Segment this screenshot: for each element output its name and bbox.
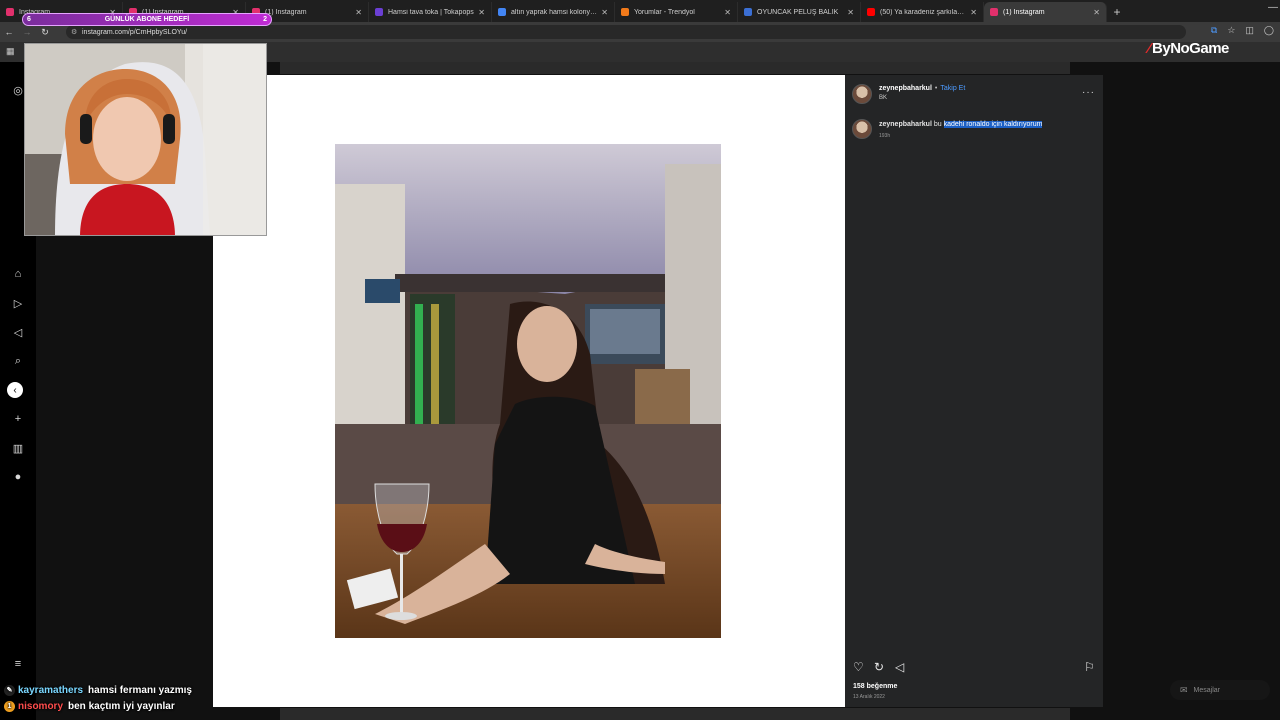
tab-close-icon[interactable]: ✕ — [355, 8, 362, 17]
sub-goal-label: GÜNLÜK ABONE HEDEFİ — [104, 16, 190, 23]
chat-badge-icon: ✎ — [4, 684, 15, 696]
caption-text-selected: kadehi ronaldo için kaldırıyorum — [943, 121, 1043, 128]
post-actions: ♡ ↻ ◁ ⚐ — [853, 660, 1097, 676]
brand-logo: ⁄ ByNoGame — [1148, 40, 1229, 57]
follow-button[interactable]: Takip Et — [940, 85, 965, 92]
search-icon[interactable]: ⌕ — [10, 353, 26, 369]
direct-messages-icon[interactable]: ◁ — [10, 324, 26, 340]
caption-time: 193h — [879, 133, 891, 139]
reels-icon[interactable]: ▷ — [10, 295, 26, 311]
home-icon[interactable]: ⌂ — [10, 266, 26, 282]
post-date: 13 Aralık 2022 — [853, 694, 885, 700]
browser-tab[interactable]: OYUNCAK PELUŞ BALIK ✕ — [738, 2, 861, 22]
author-avatar[interactable] — [852, 84, 872, 104]
chat-text: hamsi fermanı yazmış — [88, 684, 192, 696]
sub-goal-target: 2 — [263, 16, 267, 23]
sub-goal-bar: 6 GÜNLÜK ABONE HEDEFİ 2 — [22, 13, 272, 26]
create-icon[interactable]: + — [10, 411, 26, 427]
tab-label: OYUNCAK PELUŞ BALIK — [757, 8, 839, 16]
tab-close-icon[interactable]: ✕ — [724, 8, 731, 17]
post-media-frame — [213, 75, 845, 707]
chat-username: nisomory — [18, 700, 64, 712]
webcam-image — [25, 44, 266, 235]
sub-goal-current: 6 — [27, 16, 31, 23]
brand-name: ByNoGame — [1152, 40, 1229, 57]
site-info-icon[interactable]: ⚙ — [71, 28, 77, 36]
share-icon[interactable]: ◁ — [895, 660, 904, 674]
comment-icon[interactable]: ↻ — [874, 660, 884, 674]
post-caption: zeynepbaharkul bu kadehi ronaldo için ka… — [879, 121, 1043, 128]
webcam-overlay — [24, 43, 267, 236]
browser-tab[interactable]: altın yaprak hamsi kolonyası - G✕ — [492, 2, 615, 22]
more-options-icon[interactable]: ··· — [1082, 87, 1095, 98]
chat-message: ✎ kayramathers hamsi fermanı yazmış — [4, 682, 224, 698]
messages-icon: ✉ — [1180, 684, 1188, 695]
tab-label: (1) Instagram — [265, 8, 307, 16]
post-header: zeynepbaharkul • Takip Et — [879, 85, 966, 92]
tab-favicon-icon — [375, 8, 383, 16]
stream-chat: ✎ kayramathers hamsi fermanı yazmış 1 nisomo… — [4, 682, 224, 714]
browser-tab[interactable]: (50) Ya karadeniz şarkıları çok s ✕ — [861, 2, 984, 22]
tab-close-icon[interactable]: ✕ — [478, 8, 485, 17]
tab-label: (1) Instagram — [1003, 8, 1045, 16]
like-count[interactable]: 158 beğenme — [853, 683, 897, 690]
profile-icon[interactable]: ◯ — [1264, 25, 1274, 36]
tab-favicon-icon — [6, 8, 14, 16]
profile-avatar-icon[interactable]: ● — [10, 469, 26, 485]
address-bar[interactable]: ⚙ instagram.com/p/CmHpbySLOYu/ — [66, 25, 1186, 39]
tab-favicon-icon — [867, 8, 875, 16]
brand-slash-icon: ⁄ — [1148, 40, 1151, 57]
post-photo-image — [335, 144, 721, 638]
extensions-icon[interactable]: ◫ — [1245, 25, 1254, 36]
messages-label: Mesajlar — [1193, 686, 1220, 694]
tab-favicon-icon — [744, 8, 752, 16]
messages-button[interactable]: ✉ Mesajlar — [1170, 680, 1270, 700]
browser-tab[interactable]: Yorumlar - Trendyol ✕ — [615, 2, 738, 22]
back-button[interactable]: ← — [0, 23, 18, 41]
new-tab-button[interactable]: + — [1107, 2, 1127, 22]
tab-favicon-icon — [990, 8, 998, 16]
tab-close-icon[interactable]: ✕ — [970, 8, 977, 17]
tab-favicon-icon — [621, 8, 629, 16]
post-details-panel: zeynepbaharkul • Takip Et BK ··· zeynepbah… — [845, 75, 1103, 707]
chat-username: kayramathers — [18, 684, 84, 696]
tab-close-icon[interactable]: ✕ — [1093, 8, 1100, 17]
caption-text-plain: bu — [933, 121, 942, 128]
url-text: instagram.com/p/CmHpbySLOYu/ — [82, 28, 188, 36]
dashboard-icon[interactable]: ▥ — [10, 440, 26, 456]
author-username[interactable]: zeynepbaharkul — [879, 85, 932, 92]
tab-label: altın yaprak hamsi kolonyası - G — [511, 8, 598, 16]
caption-username[interactable]: zeynepbaharkul — [879, 121, 932, 128]
window-minimize-icon[interactable]: — — [1268, 2, 1278, 13]
screen: Instagram ✕ (1) Instagram ✕ (1) Instagram ✕ Ha… — [0, 0, 1280, 720]
chat-badge-icon: 1 — [4, 700, 15, 712]
browser-tab[interactable]: Hamsi tava toka | Tokapops ✕ — [369, 2, 492, 22]
tab-label: (50) Ya karadeniz şarkıları çok s — [880, 8, 966, 16]
author-subtitle: BK — [879, 95, 888, 101]
tab-label: Yorumlar - Trendyol — [634, 8, 695, 16]
bookmark-star-icon[interactable]: ☆ — [1227, 25, 1235, 36]
caption-author-avatar[interactable] — [852, 119, 872, 139]
tab-label: Hamsi tava toka | Tokapops — [388, 8, 474, 16]
browser-tab[interactable]: (1) Instagram ✕ — [984, 2, 1107, 22]
apps-grid-icon[interactable]: ▦ — [6, 46, 15, 57]
tab-close-icon[interactable]: ✕ — [601, 8, 608, 17]
chat-text: ben kaçtım iyi yayınlar — [68, 700, 175, 712]
save-bookmark-icon[interactable]: ⚐ — [1084, 660, 1095, 674]
menu-icon[interactable]: ≡ — [10, 656, 26, 672]
chat-message: 1 nisomory ben kaçtım iyi yayınlar — [4, 698, 224, 714]
close-post-icon[interactable]: ‹ — [7, 382, 23, 398]
tab-close-icon[interactable]: ✕ — [847, 8, 854, 17]
tab-favicon-icon — [498, 8, 506, 16]
post-photo[interactable] — [335, 144, 721, 638]
translate-icon[interactable]: ⧉ — [1211, 25, 1217, 36]
like-heart-icon[interactable]: ♡ — [853, 660, 864, 674]
